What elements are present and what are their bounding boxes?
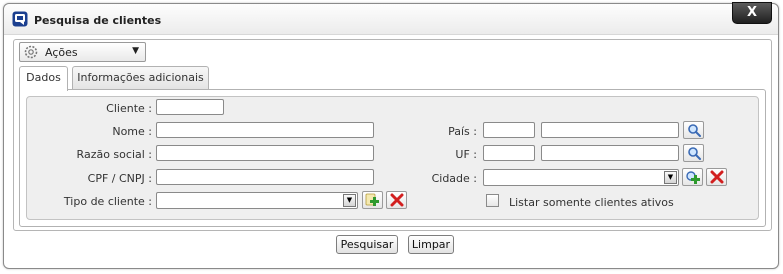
chevron-down-icon: ▼ xyxy=(664,171,677,184)
tipo-cliente-select[interactable]: ▼ xyxy=(156,192,358,209)
razao-social-field[interactable] xyxy=(156,145,374,161)
active-only-checkbox[interactable] xyxy=(486,194,499,207)
cliente-field[interactable] xyxy=(156,99,224,115)
delete-icon xyxy=(390,193,404,207)
search-icon xyxy=(688,124,701,137)
active-only-label: Listar somente clientes ativos xyxy=(509,196,674,209)
cidade-select[interactable]: ▼ xyxy=(483,169,679,186)
app-icon xyxy=(12,11,28,27)
search-pais-button[interactable] xyxy=(683,121,704,139)
uf-name-field[interactable] xyxy=(541,145,679,161)
search-uf-button[interactable] xyxy=(683,144,704,162)
chevron-down-icon: ▼ xyxy=(132,46,139,56)
cliente-label: Cliente : xyxy=(106,102,152,115)
remove-cidade-button[interactable] xyxy=(706,168,727,186)
dialog-content: Ações ▼ Dados Informações adicionais Cli… xyxy=(13,39,772,231)
chevron-down-icon: ▼ xyxy=(343,194,356,207)
form-area: Cliente : Nome : Razão social : CPF / CN… xyxy=(26,96,759,220)
uf-label: UF : xyxy=(455,148,477,161)
nome-field[interactable] xyxy=(156,122,374,138)
add-icon xyxy=(686,171,700,184)
close-button[interactable]: X xyxy=(732,2,772,24)
pais-code-field[interactable] xyxy=(483,122,535,138)
tipo-cliente-label: Tipo de cliente : xyxy=(63,195,152,208)
add-icon xyxy=(365,193,379,206)
search-button[interactable]: Pesquisar xyxy=(336,235,398,254)
pais-label: País : xyxy=(448,125,477,138)
pais-name-field[interactable] xyxy=(541,122,679,138)
title-bar: Pesquisa de clientes X xyxy=(4,2,778,35)
clear-button[interactable]: Limpar xyxy=(408,235,454,254)
add-cidade-button[interactable] xyxy=(682,168,703,186)
search-icon xyxy=(688,147,701,160)
delete-icon xyxy=(710,170,724,184)
cpf-cnpj-label: CPF / CNPJ : xyxy=(87,172,152,185)
tab-dados[interactable]: Dados xyxy=(19,66,68,91)
actions-dropdown[interactable]: Ações ▼ xyxy=(19,42,146,62)
cpf-cnpj-field[interactable] xyxy=(156,169,374,185)
gear-icon xyxy=(24,45,38,59)
cidade-label: Cidade : xyxy=(431,172,477,185)
window-title: Pesquisa de clientes xyxy=(34,14,162,27)
remove-tipo-cliente-button[interactable] xyxy=(386,191,407,209)
tab-panel: Cliente : Nome : Razão social : CPF / CN… xyxy=(19,89,766,227)
uf-code-field[interactable] xyxy=(483,145,535,161)
nome-label: Nome : xyxy=(112,125,152,138)
tab-informacoes-adicionais[interactable]: Informações adicionais xyxy=(72,66,209,90)
add-tipo-cliente-button[interactable] xyxy=(362,191,383,209)
razao-social-label: Razão social : xyxy=(76,148,152,161)
actions-label: Ações xyxy=(45,46,78,59)
search-clients-dialog: Pesquisa de clientes X Ações ▼ Dados Inf… xyxy=(3,2,779,269)
